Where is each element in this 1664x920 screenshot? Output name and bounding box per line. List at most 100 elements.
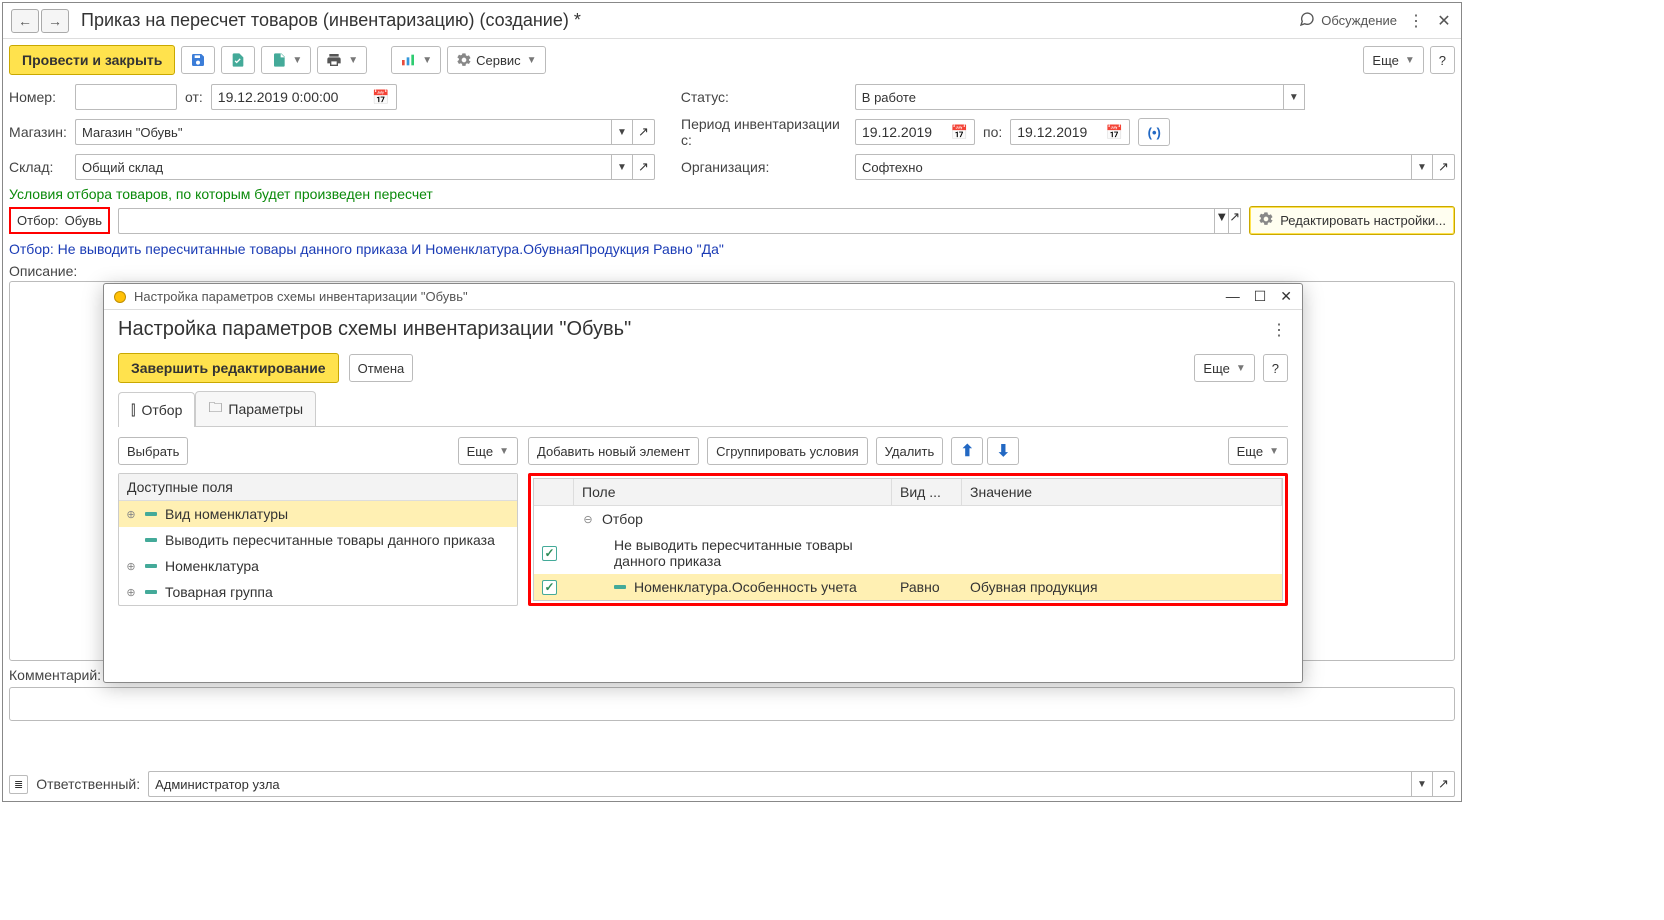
minimize-icon[interactable]: —	[1226, 288, 1240, 305]
org-dropdown[interactable]: ▼	[1411, 154, 1433, 180]
group-conditions-button[interactable]: Сгруппировать условия	[707, 437, 868, 465]
caret-icon: ▼	[348, 55, 358, 66]
modal-wintitle: Настройка параметров схемы инвентаризаци…	[134, 289, 468, 304]
nav-back[interactable]: ←	[11, 9, 39, 33]
kebab-icon[interactable]: ⋮	[1407, 12, 1425, 30]
filter-open[interactable]: ↗	[1229, 208, 1241, 234]
post-and-close-button[interactable]: Провести и закрыть	[9, 45, 175, 75]
settings-modal: Настройка параметров схемы инвентаризаци…	[103, 283, 1303, 683]
caret-icon: ▼	[292, 55, 302, 66]
finish-edit-button[interactable]: Завершить редактирование	[118, 353, 339, 383]
date-input[interactable]: 19.12.2019 0:00:00📅	[211, 84, 397, 110]
available-field-row[interactable]: ⊕Номенклатура	[119, 553, 517, 579]
nav-forward[interactable]: →	[41, 9, 69, 33]
available-field-row[interactable]: ⊕Вид номенклатуры	[119, 501, 517, 527]
period-pick-button[interactable]: (•)	[1138, 118, 1170, 146]
more-button[interactable]: Еще▼	[1363, 46, 1423, 74]
expand-icon[interactable]: ⊕	[125, 560, 137, 573]
params-icon: 🗀	[208, 397, 222, 421]
comment-input[interactable]	[9, 687, 1455, 721]
tab-filter[interactable]: ⫿Отбор	[118, 392, 195, 427]
printer-icon	[326, 52, 342, 68]
move-down-button[interactable]: ⬇	[987, 437, 1019, 465]
store-select[interactable]: Магазин "Обувь"	[75, 119, 611, 145]
filter-input[interactable]	[118, 208, 1214, 234]
status-select[interactable]: В работе	[855, 84, 1283, 110]
dash-icon	[145, 564, 157, 568]
row-checkbox[interactable]: ✓	[542, 580, 557, 595]
gear-icon	[1258, 211, 1274, 230]
notes-icon[interactable]: ≣	[9, 775, 28, 794]
warehouse-select[interactable]: Общий склад	[75, 154, 611, 180]
condition-row[interactable]: ✓Не выводить пересчитанные товары данног…	[534, 532, 1282, 574]
calendar-icon[interactable]: 📅	[372, 89, 389, 106]
service-button[interactable]: Сервис▼	[447, 46, 545, 74]
store-open[interactable]: ↗	[633, 119, 655, 145]
org-open[interactable]: ↗	[1433, 154, 1455, 180]
period-to-input[interactable]: 19.12.2019📅	[1010, 119, 1130, 145]
edit-settings-button[interactable]: Редактировать настройки...	[1249, 206, 1455, 235]
move-up-button[interactable]: ⬆	[951, 437, 983, 465]
arrow-up-icon: ⬆	[961, 441, 974, 461]
dash-icon	[145, 590, 157, 594]
save-button[interactable]	[181, 46, 215, 74]
save-icon	[190, 52, 206, 68]
number-input[interactable]	[75, 84, 177, 110]
status-label: Статус:	[681, 89, 847, 105]
condition-root[interactable]: ⊖Отбор	[534, 506, 1282, 532]
filter-dropdown[interactable]: ▼	[1214, 208, 1229, 234]
maximize-icon[interactable]: ☐	[1254, 288, 1267, 305]
cancel-button[interactable]: Отмена	[349, 354, 414, 382]
store-dropdown[interactable]: ▼	[611, 119, 633, 145]
responsible-select[interactable]: Администратор узла	[148, 771, 1411, 797]
discussion-button[interactable]: Обсуждение	[1299, 11, 1397, 30]
delete-button[interactable]: Удалить	[876, 437, 944, 465]
warehouse-open[interactable]: ↗	[633, 154, 655, 180]
calendar-icon[interactable]: 📅	[951, 124, 968, 141]
filter-label-highlighted: Отбор: Обувь	[9, 207, 110, 234]
responsible-dropdown[interactable]: ▼	[1411, 771, 1433, 797]
calendar-icon[interactable]: 📅	[1106, 124, 1123, 141]
available-field-row[interactable]: Выводить пересчитанные товары данного пр…	[119, 527, 517, 553]
expand-icon[interactable]: ⊕	[125, 508, 137, 521]
warehouse-dropdown[interactable]: ▼	[611, 154, 633, 180]
available-field-row[interactable]: ⊕Товарная группа	[119, 579, 517, 605]
row-checkbox[interactable]: ✓	[542, 546, 557, 561]
filter-icon: ⫿	[131, 402, 135, 419]
select-button[interactable]: Выбрать	[118, 437, 188, 465]
help-button[interactable]: ?	[1430, 46, 1455, 74]
create-based-on-button[interactable]: ▼	[261, 46, 311, 74]
modal-more-button[interactable]: Еще▼	[1194, 354, 1254, 382]
warehouse-label: Склад:	[9, 159, 67, 175]
period-from-input[interactable]: 19.12.2019📅	[855, 119, 975, 145]
dash-icon	[145, 512, 157, 516]
post-button[interactable]	[221, 46, 255, 74]
description-label: Описание:	[9, 263, 1455, 279]
caret-icon: ▼	[527, 55, 537, 66]
status-dropdown[interactable]: ▼	[1283, 84, 1305, 110]
conditions-highlight: Поле Вид ... Значение ⊖Отбор ✓Не выводит…	[528, 473, 1288, 606]
close-icon[interactable]: ✕	[1435, 12, 1453, 30]
responsible-open[interactable]: ↗	[1433, 771, 1455, 797]
print-button[interactable]: ▼	[317, 46, 367, 74]
left-more-button[interactable]: Еще▼	[458, 437, 518, 465]
from-label: от:	[185, 89, 203, 105]
close-icon[interactable]: ✕	[1280, 288, 1292, 305]
condition-row[interactable]: ✓Номенклатура.Особенность учетаРавноОбув…	[534, 574, 1282, 600]
gear-icon	[456, 52, 472, 68]
tab-params[interactable]: 🗀Параметры	[195, 391, 316, 426]
kebab-icon[interactable]: ⋮	[1270, 321, 1288, 339]
app-icon	[114, 291, 126, 303]
modal-help-button[interactable]: ?	[1263, 354, 1288, 382]
reports-button[interactable]: ▼	[391, 46, 441, 74]
add-element-button[interactable]: Добавить новый элемент	[528, 437, 699, 465]
documents-icon	[270, 52, 286, 68]
dash-icon	[614, 585, 626, 589]
collapse-icon[interactable]: ⊖	[582, 513, 594, 526]
right-more-button[interactable]: Еще▼	[1228, 437, 1288, 465]
expand-icon[interactable]: ⊕	[125, 586, 137, 599]
org-select[interactable]: Софтехно	[855, 154, 1411, 180]
caret-icon: ▼	[1405, 55, 1415, 66]
filter-hint: Условия отбора товаров, по которым будет…	[9, 186, 1455, 202]
filter-summary: Отбор: Не выводить пересчитанные товары …	[9, 241, 1455, 257]
